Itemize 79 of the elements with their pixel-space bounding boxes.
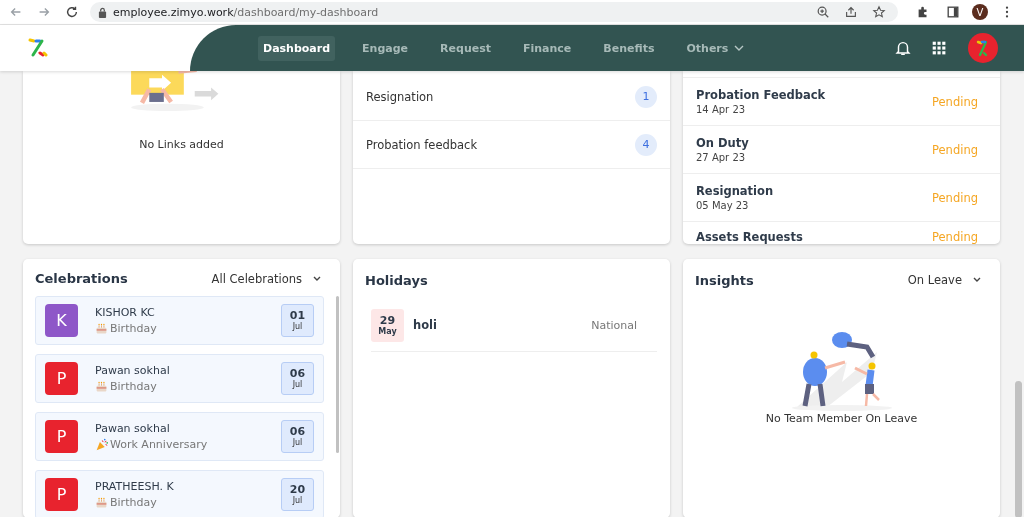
approval-row[interactable]: Probation feedback 4 [353,121,670,169]
date-badge: 20 Jul [281,478,314,511]
request-date: 14 Apr 23 [696,104,747,115]
celebration-card[interactable]: P Pawan sokhal Work Anniversary 06 Jul [35,412,324,461]
status-text: Pending [932,190,978,205]
request-title: Assets Requests [696,230,803,244]
celebration-card[interactable]: P Pawan sokhal Birthday 06 Jul [35,354,324,403]
count-badge: 1 [635,85,657,108]
avatar-initial: P [45,362,78,395]
status-text: Pending [932,230,978,244]
request-row[interactable]: Assets Requests Pending [683,222,1000,244]
celebrations-filter-dropdown[interactable]: All Celebrations [205,271,328,286]
scrollbar-thumb[interactable] [336,296,339,453]
person-name: Pawan sokhal [95,422,171,435]
zoom-icon[interactable] [816,5,830,19]
occasion-text: Work Anniversary [110,438,208,451]
nav-tab[interactable]: Finance [518,35,577,61]
profile-avatar[interactable]: V [972,4,988,20]
avatar-initial: K [45,304,78,337]
celebration-card[interactable]: K KISHOR KC Birthday 01 Jul [35,296,324,345]
nav-tab[interactable]: Others [681,35,750,61]
logo-icon[interactable] [28,38,48,58]
party-popper-icon [95,438,108,451]
request-row[interactable]: Probation Feedback 14 Apr 23 Pending [683,78,1000,126]
cake-icon [95,322,108,335]
empty-message: No Team Member On Leave [765,412,918,425]
url-text: employee.zimyo.work/dashboard/my-dashboard [113,5,379,19]
side-panel-icon[interactable] [946,5,960,19]
person-name: Pawan sokhal [95,364,171,377]
request-title: Resignation [696,184,774,198]
request-row[interactable]: Resignation 05 May 23 Pending [683,174,1000,222]
person-name: KISHOR KC [95,306,156,319]
celebration-card[interactable]: P PRATHEESH. K Birthday 20 Jul [35,470,324,517]
request-date: 27 Apr 23 [696,152,747,163]
person-name: PRATHEESH. K [95,480,175,493]
nav-tab[interactable]: Engage [357,35,414,61]
occasion-text: Birthday [110,322,157,335]
cake-icon [95,380,108,393]
approval-row[interactable]: Resignation 1 [353,73,670,121]
card-title: Holidays [365,272,428,288]
chevron-down-icon [972,277,982,283]
occasion-text: Birthday [110,496,157,509]
holiday-type: National [591,318,637,332]
row-label: Resignation [366,89,434,104]
share-icon[interactable] [844,5,858,19]
date-badge: 06 Jul [281,420,314,453]
puzzle-icon[interactable] [916,5,930,19]
address-bar[interactable]: employee.zimyo.work/dashboard/my-dashboard [90,2,898,22]
empty-message: No Links added [139,138,224,151]
occasion-text: Birthday [110,380,157,393]
insights-filter-dropdown[interactable]: On Leave [901,273,988,287]
date-badge: 01 Jul [281,304,314,337]
lock-icon [98,6,107,18]
avatar-initial: P [45,478,78,511]
request-title: On Duty [696,136,749,150]
holiday-name: holi [413,318,437,332]
date-badge: 06 Jul [281,362,314,395]
user-avatar-icon[interactable] [968,33,998,63]
request-date: 05 May 23 [696,200,750,211]
cake-icon [95,496,108,509]
nav-tab[interactable]: Benefits [598,35,660,61]
chevron-down-icon [312,275,322,282]
card-title: Celebrations [35,271,128,286]
nav-tab[interactable]: Request [435,35,496,61]
count-badge: 4 [635,133,657,156]
request-title: Probation Feedback [696,88,826,102]
nav-tab[interactable]: Dashboard [258,35,336,61]
status-text: Pending [932,142,978,157]
row-label: Probation feedback [366,137,478,152]
holiday-date-badge: 29 May [371,308,404,342]
request-row[interactable]: On Duty 27 Apr 23 Pending [683,126,1000,174]
status-text: Pending [932,94,978,109]
card-title: Insights [695,272,754,288]
reload-icon[interactable] [65,5,79,19]
page-scrollbar-thumb[interactable] [1015,381,1022,517]
bell-icon[interactable] [894,39,912,57]
apps-grid-icon[interactable] [930,39,948,57]
star-icon[interactable] [872,5,886,19]
avatar-initial: P [45,420,78,453]
